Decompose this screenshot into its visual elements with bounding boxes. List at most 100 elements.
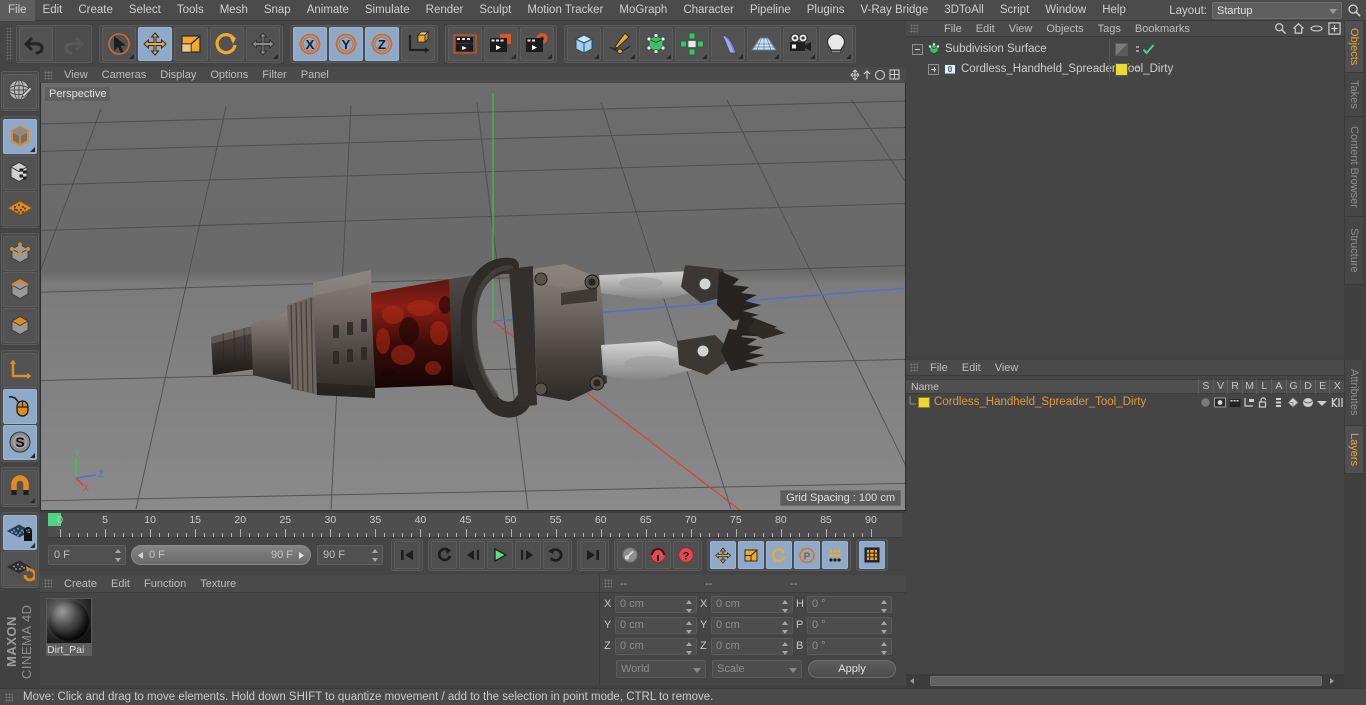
menu-item-edit[interactable]: Edit: [35, 0, 71, 21]
layout-dropdown[interactable]: Startup: [1212, 2, 1342, 19]
layer-row[interactable]: Cordless_Handheld_Spreader_Tool_Dirty: [906, 394, 1344, 410]
tool-expand-corner[interactable]: [511, 54, 516, 59]
tool-expand-corner[interactable]: [846, 54, 851, 59]
menu-item-pipeline[interactable]: Pipeline: [742, 0, 799, 21]
menu-item-vray-bridge[interactable]: V-Ray Bridge: [852, 0, 936, 21]
tool-expand-corner[interactable]: [630, 54, 635, 59]
tool-expand-corner[interactable]: [774, 54, 779, 59]
tab-structure[interactable]: Structure: [1344, 217, 1363, 285]
viewport-layout-icons[interactable]: [848, 68, 900, 82]
rotate-tool-button[interactable]: [210, 27, 244, 61]
goto-start-button[interactable]: [394, 541, 420, 569]
statusbar-grip[interactable]: [5, 692, 13, 702]
tool-expand-corner[interactable]: [810, 54, 815, 59]
layer-horizontal-scrollbar[interactable]: [906, 674, 1344, 688]
range-right-arrow-icon[interactable]: [297, 551, 306, 560]
workplane-lock-button[interactable]: [3, 514, 37, 550]
expander-icon[interactable]: [912, 43, 923, 55]
keyframe-selection-button[interactable]: ?: [673, 541, 699, 569]
loop-button[interactable]: [543, 541, 569, 569]
key-scale-button[interactable]: [738, 541, 764, 569]
current-frame-field[interactable]: 0 F: [48, 545, 126, 565]
layer-animation-toggle[interactable]: [1271, 397, 1286, 408]
stepper-icon[interactable]: [782, 620, 789, 634]
make-editable-button[interactable]: [3, 73, 37, 109]
stepper-icon[interactable]: [686, 641, 693, 655]
layer-col-l[interactable]: L: [1256, 379, 1271, 394]
coordinate-mode-dropdown[interactable]: Scale: [712, 660, 802, 678]
layer-menu-file[interactable]: File: [923, 360, 955, 376]
stepper-icon[interactable]: [686, 620, 693, 634]
viewport-solo-button[interactable]: [3, 388, 37, 424]
layer-menu-view[interactable]: View: [988, 360, 1026, 376]
tool-expand-corner[interactable]: [30, 146, 35, 152]
axis-modify-button[interactable]: [3, 352, 37, 388]
layer-menu-edit[interactable]: Edit: [955, 360, 988, 376]
material-item[interactable]: Dirt_Pai: [46, 598, 92, 656]
goto-end-button[interactable]: [580, 541, 606, 569]
menu-item-mograph[interactable]: MoGraph: [611, 0, 675, 21]
tab-attributes[interactable]: Attributes: [1344, 360, 1363, 426]
material-menu-create[interactable]: Create: [57, 575, 104, 593]
stepper-icon[interactable]: [881, 599, 888, 613]
tool-expand-corner[interactable]: [129, 54, 134, 59]
visibility-dots-icon[interactable]: [1136, 65, 1139, 73]
layer-col-s[interactable]: S: [1198, 379, 1213, 394]
render-view-button[interactable]: [448, 27, 482, 61]
max-frame-field[interactable]: 90 F: [317, 545, 383, 565]
size-y-field[interactable]: 0 cm: [711, 616, 793, 634]
object-row-subdivision-surface[interactable]: Subdivision Surface: [906, 39, 1344, 59]
world-object-axis-button[interactable]: [401, 27, 435, 61]
pen-spline-button[interactable]: [603, 27, 637, 61]
material-menu-edit[interactable]: Edit: [104, 575, 137, 593]
viewport-menu-view[interactable]: View: [57, 67, 95, 83]
menu-item-render[interactable]: Render: [418, 0, 472, 21]
stepper-icon[interactable]: [686, 599, 693, 613]
key-position-button[interactable]: [710, 541, 736, 569]
scroll-thumb[interactable]: [930, 676, 1322, 686]
viewport-menu-options[interactable]: Options: [203, 67, 255, 83]
redo-button[interactable]: [55, 27, 89, 61]
object-layer-chip[interactable]: [1115, 62, 1128, 76]
layer-generator-toggle[interactable]: [1286, 396, 1301, 408]
stepper-icon[interactable]: [782, 641, 789, 655]
menu-item-sculpt[interactable]: Sculpt: [471, 0, 519, 21]
next-frame-button[interactable]: [515, 541, 541, 569]
tab-layers[interactable]: Layers: [1344, 426, 1363, 474]
undo-button[interactable]: [19, 27, 53, 61]
layer-deformer-toggle[interactable]: [1300, 397, 1315, 408]
search-icon[interactable]: [1347, 3, 1362, 18]
rotation-b-field[interactable]: 0 °: [807, 637, 892, 655]
autokeying-button[interactable]: [645, 541, 671, 569]
render-picture-viewer-button[interactable]: [484, 27, 518, 61]
render-settings-button[interactable]: [520, 27, 554, 61]
tool-expand-corner[interactable]: [273, 54, 278, 59]
tab-takes[interactable]: Takes: [1344, 73, 1363, 117]
layer-expression-toggle[interactable]: [1315, 397, 1330, 408]
tool-expand-corner[interactable]: [30, 452, 35, 458]
layer-col-g[interactable]: G: [1285, 379, 1301, 394]
stepper-icon[interactable]: [881, 620, 888, 634]
light-button[interactable]: [819, 27, 853, 61]
layer-manager-toggle[interactable]: [1242, 397, 1257, 408]
menu-item-help[interactable]: Help: [1094, 0, 1134, 21]
object-tag-chip[interactable]: [1115, 42, 1128, 56]
prev-frame-button[interactable]: [459, 541, 485, 569]
layer-lock-toggle[interactable]: [1256, 396, 1271, 408]
object-menu-tags[interactable]: Tags: [1091, 21, 1128, 37]
menu-item-motion-tracker[interactable]: Motion Tracker: [519, 0, 611, 21]
position-x-field[interactable]: 0 cm: [615, 595, 697, 613]
object-menu-bookmarks[interactable]: Bookmarks: [1128, 21, 1197, 37]
tab-objects[interactable]: Objects: [1344, 21, 1363, 73]
ellipse-icon[interactable]: [1310, 22, 1323, 35]
layer-color-swatch[interactable]: [918, 396, 930, 408]
add-panel-icon[interactable]: [1328, 22, 1341, 35]
coordinates-grip[interactable]: [604, 579, 612, 588]
rotation-p-field[interactable]: 0 °: [807, 616, 892, 634]
check-icon[interactable]: [1142, 43, 1155, 56]
stepper-icon[interactable]: [782, 599, 789, 613]
coordinate-system-dropdown[interactable]: World: [616, 660, 706, 678]
polygons-mode-button[interactable]: [3, 307, 37, 343]
subdivision-surface-button[interactable]: [639, 27, 673, 61]
menu-item-simulate[interactable]: Simulate: [357, 0, 418, 21]
